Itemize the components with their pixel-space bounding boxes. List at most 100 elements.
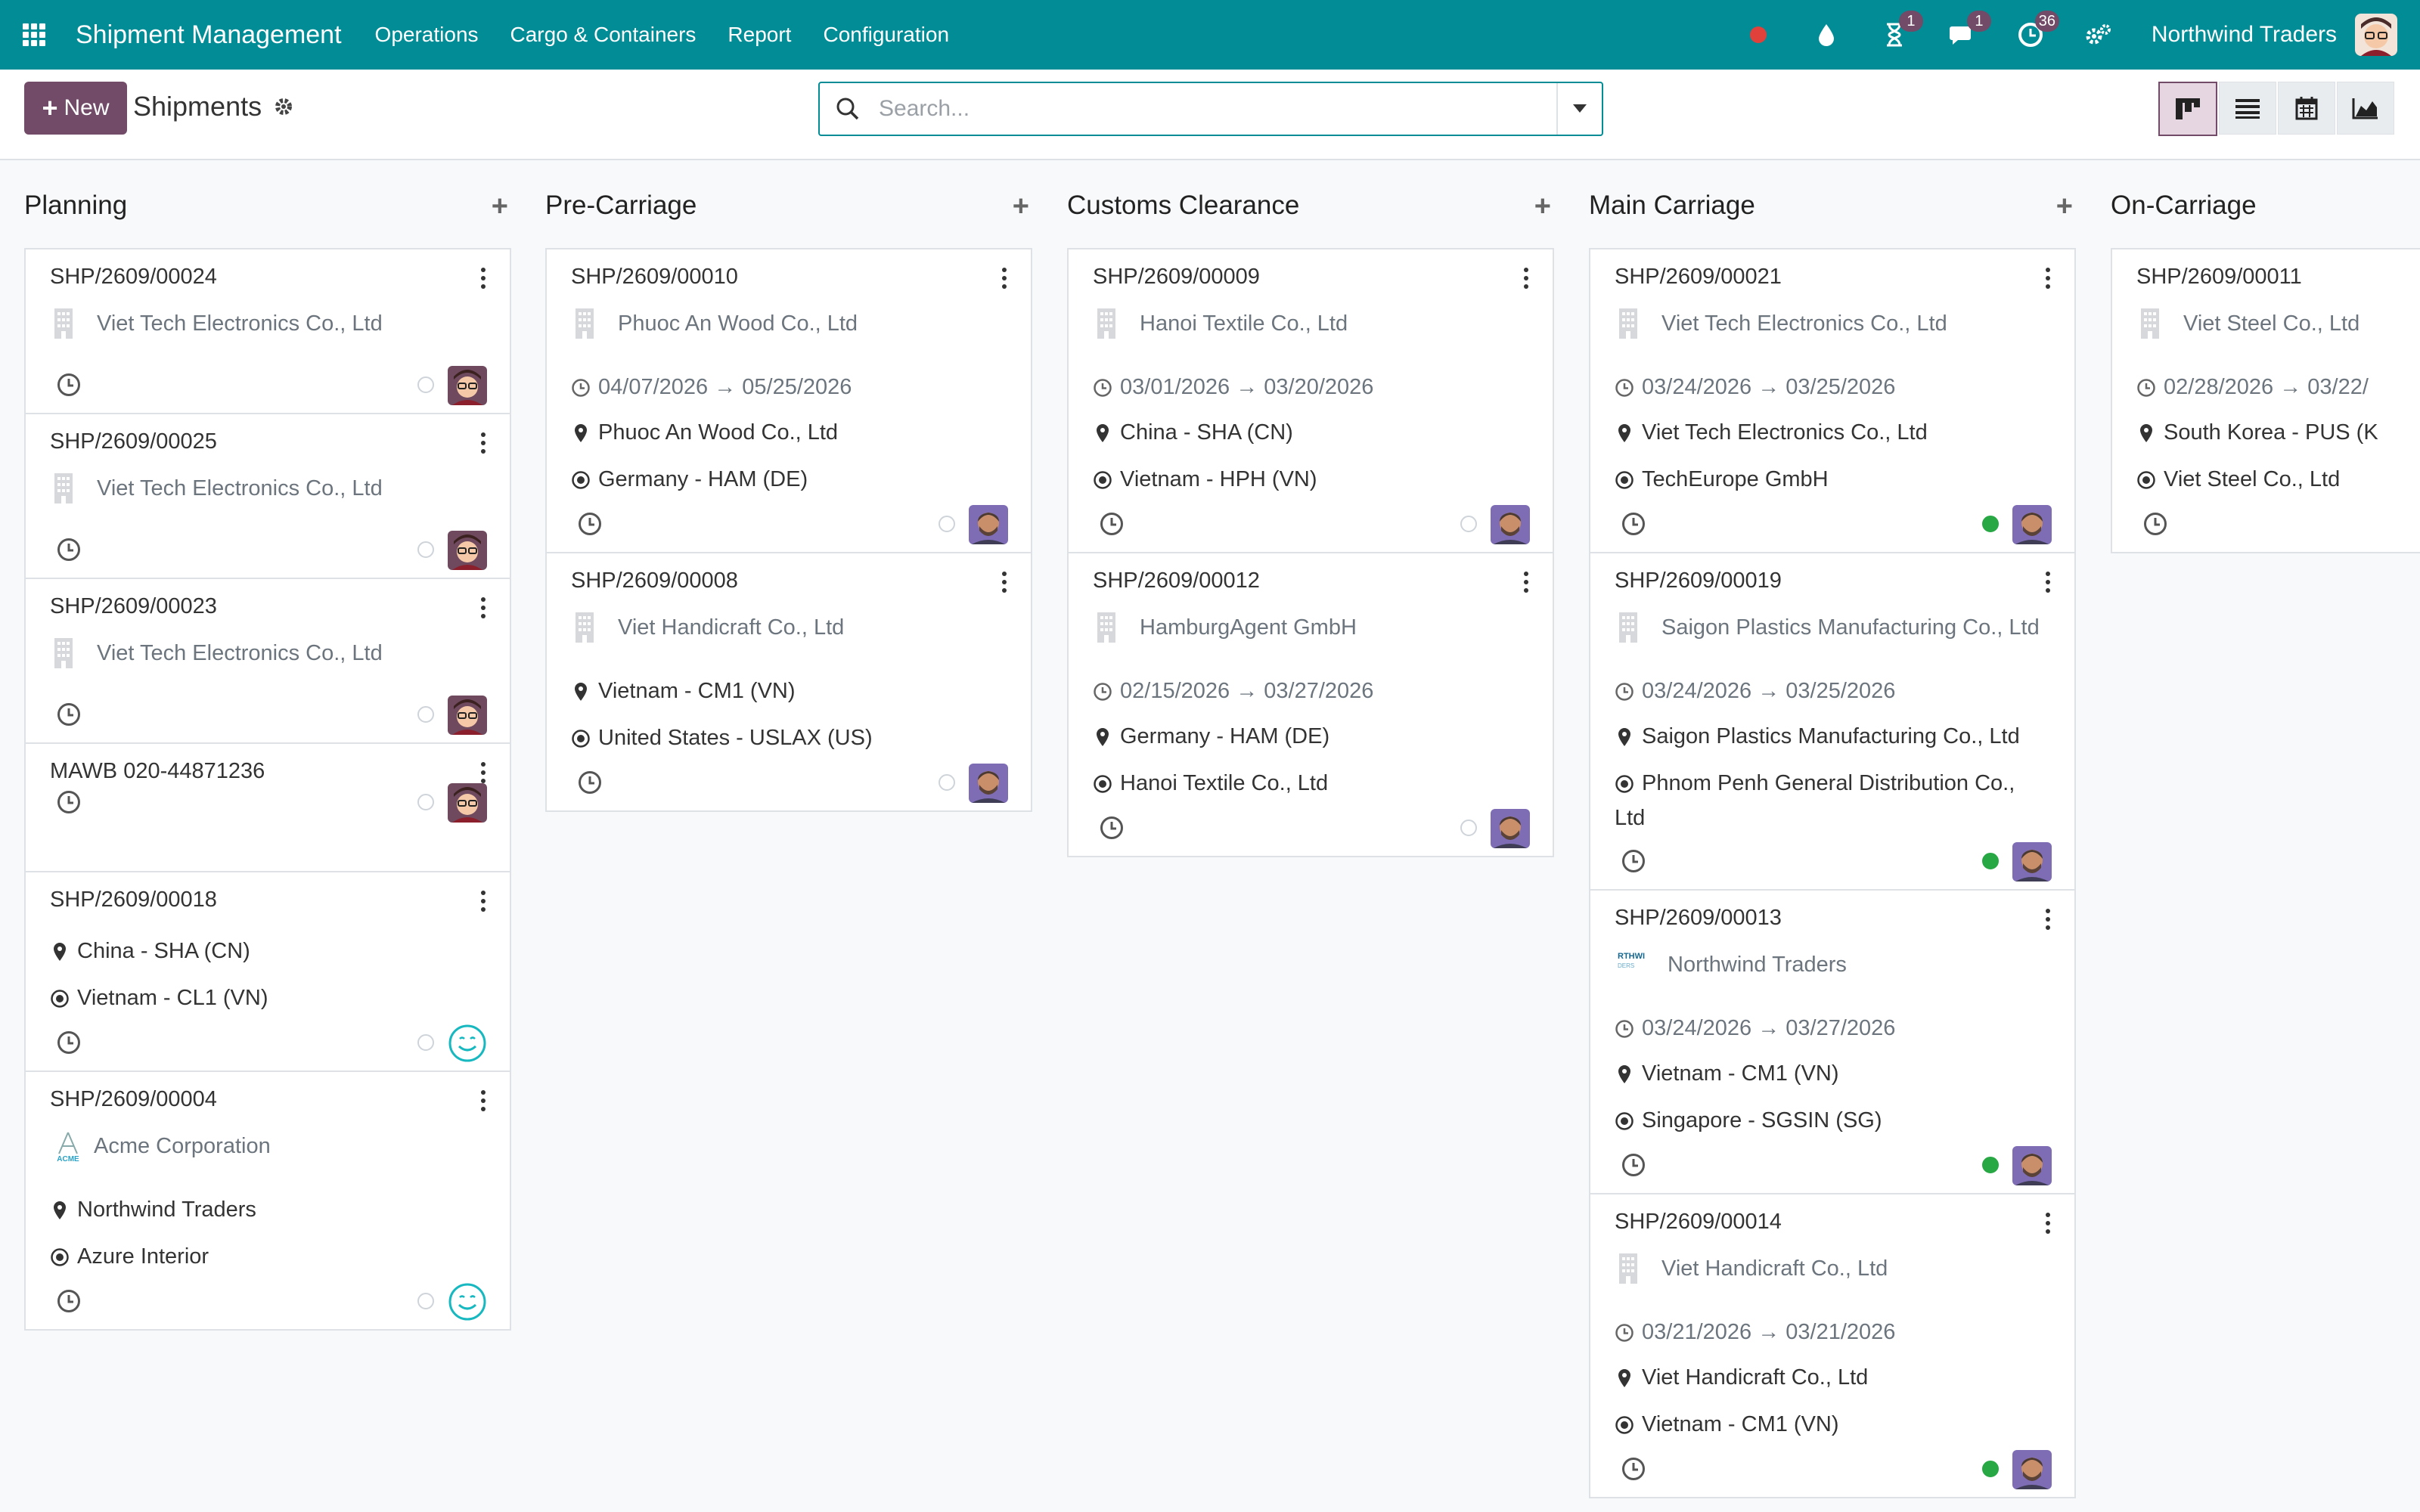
shipment-card[interactable]: SHP/2609/00010 Phuoc An Wood Co., Ltd 04/0…	[545, 248, 1032, 552]
card-dropdown-icon[interactable]	[2046, 909, 2052, 934]
assignee-avatar[interactable]	[2012, 842, 2052, 881]
activity-clock-icon[interactable]	[56, 537, 82, 562]
new-button[interactable]: + New	[24, 82, 127, 135]
menu-operations[interactable]: Operations	[375, 23, 479, 47]
card-dropdown-icon[interactable]	[2046, 268, 2052, 293]
status-indicator[interactable]	[939, 774, 955, 791]
card-dropdown-icon[interactable]	[1002, 572, 1008, 596]
search-options-toggle[interactable]	[1556, 83, 1602, 135]
shipment-card[interactable]: SHP/2609/00008 Viet Handicraft Co., Ltd Vi…	[545, 552, 1032, 812]
activity-clock-icon[interactable]	[1621, 511, 1646, 537]
activity-clock-icon[interactable]	[56, 372, 82, 398]
assignee-avatar[interactable]	[1491, 505, 1530, 544]
quick-create-plus-icon[interactable]: +	[1534, 191, 1551, 223]
quick-create-plus-icon[interactable]: +	[2056, 191, 2073, 223]
assignee-avatar[interactable]	[448, 531, 487, 570]
activity-clock-icon[interactable]	[56, 1030, 82, 1055]
card-dropdown-icon[interactable]	[481, 1090, 487, 1115]
column-title[interactable]: Customs Clearance	[1067, 191, 1299, 221]
shipment-card[interactable]: SHP/2609/00011 Viet Steel Co., Ltd 02/28/2…	[2111, 248, 2420, 553]
card-dropdown-icon[interactable]	[1524, 572, 1530, 596]
card-dropdown-icon[interactable]	[481, 432, 487, 457]
status-indicator[interactable]	[939, 516, 955, 532]
shipment-card[interactable]: SHP/2609/00009 Hanoi Textile Co., Ltd 03/0…	[1067, 248, 1554, 552]
status-indicator[interactable]	[1982, 516, 1999, 532]
status-indicator[interactable]	[417, 376, 434, 393]
status-indicator[interactable]	[1460, 516, 1477, 532]
status-indicator[interactable]	[1982, 1157, 1999, 1173]
card-dropdown-icon[interactable]	[1002, 268, 1008, 293]
drop-icon[interactable]	[1811, 20, 1841, 50]
status-indicator[interactable]	[1982, 1461, 1999, 1477]
activity-clock-icon[interactable]	[1621, 1152, 1646, 1178]
company-switcher[interactable]: Northwind Traders	[2152, 22, 2337, 48]
assignee-avatar[interactable]	[969, 764, 1008, 803]
activity-clock-icon[interactable]	[1621, 848, 1646, 874]
gear-icon[interactable]	[274, 97, 293, 116]
shipment-card[interactable]: SHP/2609/00013 RTHWI DERS Northwind Traders…	[1589, 889, 2076, 1193]
card-dropdown-icon[interactable]	[481, 268, 487, 293]
quick-create-plus-icon[interactable]: +	[492, 191, 508, 223]
status-indicator[interactable]	[417, 1293, 434, 1309]
messages-icon[interactable]: 1	[1947, 11, 1991, 50]
assignee-avatar[interactable]	[2012, 1450, 2052, 1489]
status-indicator[interactable]	[1460, 820, 1477, 836]
shipment-card[interactable]: SHP/2609/00018 China - SHA (CN) Vietnam - …	[24, 871, 511, 1070]
status-indicator[interactable]	[417, 706, 434, 723]
activity-clock-icon[interactable]	[577, 511, 603, 537]
status-indicator[interactable]	[417, 1034, 434, 1051]
assignee-avatar[interactable]	[2012, 505, 2052, 544]
column-title[interactable]: Planning	[24, 191, 127, 221]
activity-clock-icon[interactable]	[1099, 815, 1125, 841]
status-indicator[interactable]	[1982, 853, 1999, 869]
menu-configuration[interactable]: Configuration	[823, 23, 949, 47]
assignee-avatar[interactable]	[448, 783, 487, 823]
shipment-card[interactable]: SHP/2609/00023 Viet Tech Electronics Co.,…	[24, 578, 511, 742]
search-bar[interactable]	[818, 82, 1603, 136]
activity-hourglass-icon[interactable]: 1	[1879, 11, 1923, 50]
menu-cargo-containers[interactable]: Cargo & Containers	[510, 23, 697, 47]
list-view-button[interactable]	[2219, 82, 2276, 135]
shipment-card[interactable]: SHP/2609/00004 ACME Acme Corporation Northw…	[24, 1070, 511, 1331]
menu-report[interactable]: Report	[728, 23, 791, 47]
app-title[interactable]: Shipment Management	[76, 20, 342, 50]
shipment-card[interactable]: SHP/2609/00025 Viet Tech Electronics Co.,…	[24, 413, 511, 578]
unassigned-smiley-icon[interactable]	[448, 1024, 487, 1063]
search-input[interactable]	[877, 95, 1531, 122]
card-dropdown-icon[interactable]	[481, 597, 487, 622]
card-dropdown-icon[interactable]	[2046, 1213, 2052, 1238]
activity-clock-icon[interactable]	[1621, 1456, 1646, 1482]
activity-clock-icon[interactable]	[2142, 511, 2168, 537]
column-title[interactable]: Pre-Carriage	[545, 191, 697, 221]
user-avatar[interactable]	[2355, 14, 2397, 56]
activity-clock-icon[interactable]	[1099, 511, 1125, 537]
apps-menu-icon[interactable]	[23, 23, 45, 46]
activity-clock-icon[interactable]	[577, 770, 603, 795]
shipment-card[interactable]: SHP/2609/00019 Saigon Plastics Manufactur…	[1589, 552, 2076, 889]
record-icon[interactable]	[1743, 20, 1773, 50]
card-dropdown-icon[interactable]	[481, 891, 487, 916]
shipment-card[interactable]: SHP/2609/00014 Viet Handicraft Co., Ltd 03…	[1589, 1193, 2076, 1498]
shipment-card[interactable]: SHP/2609/00012 HamburgAgent GmbH 02/15/202…	[1067, 552, 1554, 857]
activity-clock-icon[interactable]	[56, 789, 82, 815]
column-title[interactable]: Main Carriage	[1589, 191, 1755, 221]
status-indicator[interactable]	[417, 541, 434, 558]
assignee-avatar[interactable]	[969, 505, 1008, 544]
shipment-card[interactable]: MAWB 020-44871236	[24, 742, 511, 871]
shipment-card[interactable]: SHP/2609/00021 Viet Tech Electronics Co.,…	[1589, 248, 2076, 552]
column-title[interactable]: On-Carriage	[2111, 191, 2257, 221]
assignee-avatar[interactable]	[448, 696, 487, 735]
assignee-avatar[interactable]	[1491, 809, 1530, 848]
assignee-avatar[interactable]	[448, 366, 487, 405]
quick-create-plus-icon[interactable]: +	[1013, 191, 1029, 223]
settings-gears-icon[interactable]	[2083, 20, 2114, 50]
clock-activity-icon[interactable]: 36	[2015, 11, 2059, 50]
kanban-view-button[interactable]	[2158, 82, 2217, 136]
unassigned-smiley-icon[interactable]	[448, 1282, 487, 1321]
graph-view-button[interactable]	[2337, 82, 2394, 135]
activity-clock-icon[interactable]	[56, 1288, 82, 1314]
calendar-view-button[interactable]	[2278, 82, 2335, 135]
card-dropdown-icon[interactable]	[2046, 572, 2052, 596]
card-dropdown-icon[interactable]	[1524, 268, 1530, 293]
shipment-card[interactable]: SHP/2609/00024 Viet Tech Electronics Co.,…	[24, 248, 511, 413]
